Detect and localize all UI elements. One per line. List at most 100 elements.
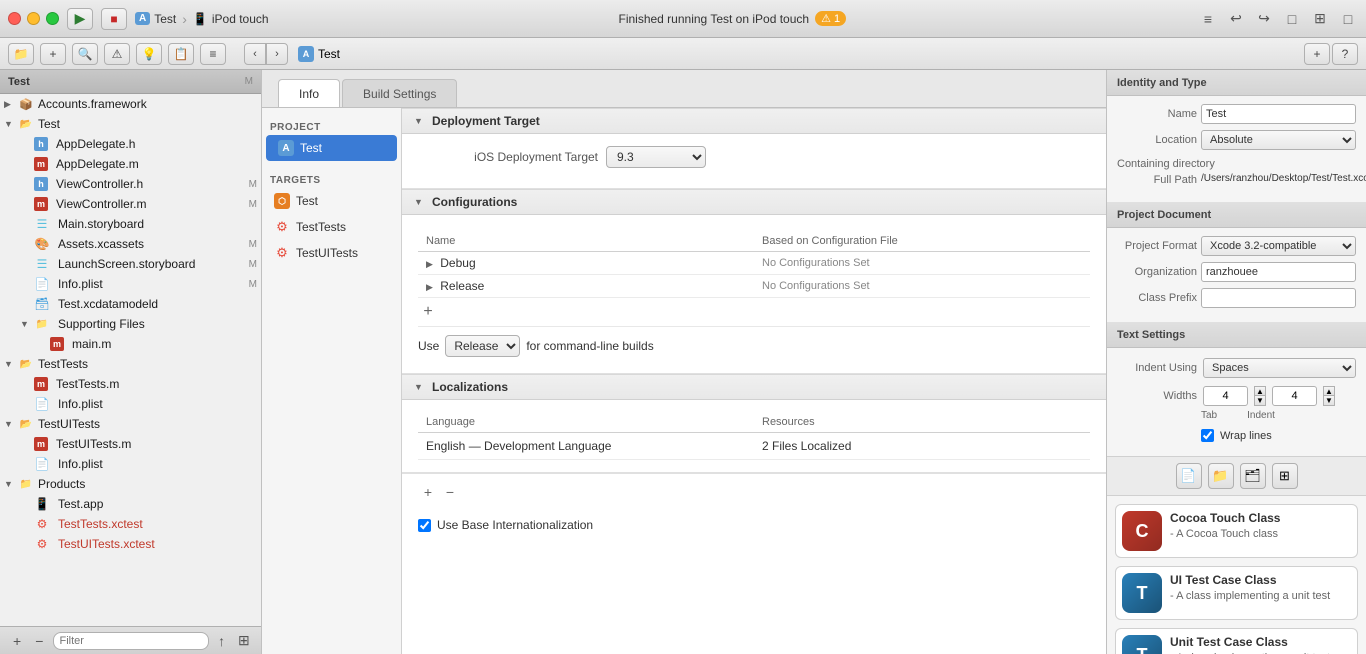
configurations-section-header[interactable]: ▼ Configurations <box>402 189 1106 215</box>
maximize-button[interactable] <box>46 12 59 25</box>
wrap-lines-row: Wrap lines <box>1107 425 1366 450</box>
sidebar-item-testtests-xctest[interactable]: ⚙ TestTests.xctest <box>0 514 261 534</box>
new-folder-button[interactable]: 📁 <box>1208 463 1234 489</box>
project-nav-item-test-project[interactable]: A Test <box>266 135 397 161</box>
forward-icon[interactable]: ↪ <box>1254 9 1274 29</box>
testtests-icon: ⚙ <box>274 219 290 235</box>
localizations-section-header[interactable]: ▼ Localizations <box>402 374 1106 400</box>
nav-forward-button[interactable]: › <box>266 43 288 65</box>
project-format-select[interactable]: Xcode 3.2-compatible Xcode 6 and newer <box>1201 236 1356 256</box>
sidebar-item-xcdatamodel[interactable]: 🗃 Test.xcdatamodeld <box>0 294 261 314</box>
indent-stepper[interactable]: ▲ ▼ <box>1323 386 1335 406</box>
sidebar-item-main-storyboard[interactable]: ☰ Main.storyboard <box>0 214 261 234</box>
menu-icon[interactable]: ≡ <box>1198 9 1218 29</box>
filter-button[interactable]: ≡ <box>200 43 226 65</box>
h-file-icon: h <box>34 137 48 151</box>
deployment-target-body: iOS Deployment Target 9.3 9.0 9.1 9.2 10… <box>402 134 1106 189</box>
close-button[interactable] <box>8 12 21 25</box>
new-group-button[interactable]: 🗂 <box>1240 463 1266 489</box>
warning-button[interactable]: ⚠ <box>104 43 130 65</box>
name-input[interactable] <box>1201 104 1356 124</box>
expand-arrow-icon[interactable]: ▶ <box>426 282 433 292</box>
remove-locale-button[interactable]: − <box>440 482 460 502</box>
ios-deployment-label: iOS Deployment Target <box>418 150 598 164</box>
add-locale-button[interactable]: + <box>418 482 438 502</box>
app-info: A Test <box>135 12 176 26</box>
project-document-form: Project Format Xcode 3.2-compatible Xcod… <box>1107 228 1366 322</box>
sidebar-item-viewcontroller-h[interactable]: h ViewController.h M <box>0 174 261 194</box>
search-button[interactable]: 🔍 <box>72 43 98 65</box>
wrap-lines-checkbox[interactable] <box>1201 429 1214 442</box>
sidebar-item-info-plist-3[interactable]: 📄 Info.plist <box>0 454 261 474</box>
sidebar-item-assets[interactable]: 🎨 Assets.xcassets M <box>0 234 261 254</box>
plist-icon: 📄 <box>34 456 50 472</box>
folder-open-button[interactable]: 📁 <box>8 43 34 65</box>
item-name: Info.plist <box>58 457 261 471</box>
arrow-icon: ▶ <box>4 99 18 110</box>
filter-options-icon[interactable]: ⊞ <box>235 631 253 651</box>
section-title: Deployment Target <box>432 114 540 128</box>
project-nav-item-testtests-target[interactable]: ⚙ TestTests <box>262 214 401 240</box>
template-card-unit-test[interactable]: T Unit Test Case Class - A class impleme… <box>1115 628 1358 654</box>
add-file-button[interactable]: + <box>8 631 26 651</box>
run-button[interactable]: ▶ <box>67 8 93 30</box>
sidebar-item-testtests-m[interactable]: m TestTests.m <box>0 374 261 394</box>
use-base-checkbox[interactable] <box>418 519 431 532</box>
sidebar-item-info-plist[interactable]: 📄 Info.plist M <box>0 274 261 294</box>
panel-split-icon[interactable]: ⊞ <box>1310 9 1330 29</box>
panel-left-icon[interactable]: □ <box>1282 9 1302 29</box>
sidebar-item-supporting-files[interactable]: ▼ 📁 Supporting Files <box>0 314 261 334</box>
indent-using-select[interactable]: Spaces Tabs <box>1203 358 1356 378</box>
project-nav-item-testuitests-target[interactable]: ⚙ TestUITests <box>262 240 401 266</box>
new-file-button[interactable]: + <box>1304 43 1330 65</box>
table-row: ▶ Debug No Configurations Set <box>418 252 1090 275</box>
template-card-ui-test[interactable]: T UI Test Case Class - A class implement… <box>1115 566 1358 620</box>
sidebar-item-viewcontroller-m[interactable]: m ViewController.m M <box>0 194 261 214</box>
inspector-button[interactable]: ? <box>1332 43 1358 65</box>
tab-info[interactable]: Info <box>278 79 340 107</box>
new-target-button[interactable]: ⊞ <box>1272 463 1298 489</box>
tab-stepper[interactable]: ▲ ▼ <box>1254 386 1266 406</box>
tab-build-settings[interactable]: Build Settings <box>342 79 457 107</box>
class-prefix-input[interactable] <box>1201 288 1356 308</box>
location-select[interactable]: Absolute Relative to Group <box>1201 130 1356 150</box>
new-file-button-2[interactable]: 📄 <box>1176 463 1202 489</box>
sidebar-item-appdelegate-h[interactable]: h AppDelegate.h <box>0 134 261 154</box>
panel-right-icon[interactable]: □ <box>1338 9 1358 29</box>
report-button[interactable]: 📋 <box>168 43 194 65</box>
minimize-button[interactable] <box>27 12 40 25</box>
template-card-cocoa-touch[interactable]: C Cocoa Touch Class - A Cocoa Touch clas… <box>1115 504 1358 558</box>
sidebar-item-main-m[interactable]: m main.m <box>0 334 261 354</box>
item-name: Test.xcdatamodeld <box>58 297 261 311</box>
sidebar-item-test-folder[interactable]: ▼ 📂 Test <box>0 114 261 134</box>
organization-input[interactable] <box>1201 262 1356 282</box>
sidebar-item-testuitests-m[interactable]: m TestUITests.m <box>0 434 261 454</box>
sidebar-item-testuitests-xctest[interactable]: ⚙ TestUITests.xctest <box>0 534 261 554</box>
filter-asc-icon[interactable]: ↑ <box>213 631 231 651</box>
sidebar-item-launchscreen[interactable]: ☰ LaunchScreen.storyboard M <box>0 254 261 274</box>
sidebar-filter-input[interactable] <box>53 632 209 650</box>
tab-width-input[interactable] <box>1203 386 1248 406</box>
sidebar-item-testuitests-folder[interactable]: ▼ 📂 TestUITests <box>0 414 261 434</box>
project-nav-item-test-target[interactable]: ⬡ Test <box>262 188 401 214</box>
sidebar-item-info-plist-2[interactable]: 📄 Info.plist <box>0 394 261 414</box>
table-row: ▶ Release No Configurations Set <box>418 275 1090 298</box>
add-config-button[interactable]: + <box>418 302 438 322</box>
nav-back-button[interactable]: ‹ <box>244 43 266 65</box>
breakpoint-button[interactable]: 💡 <box>136 43 162 65</box>
ios-deployment-select[interactable]: 9.3 9.0 9.1 9.2 10.0 <box>606 146 706 168</box>
sidebar-item-products-folder[interactable]: ▼ 📁 Products <box>0 474 261 494</box>
sidebar-item-appdelegate-m[interactable]: m AppDelegate.m <box>0 154 261 174</box>
expand-arrow-icon[interactable]: ▶ <box>426 259 433 269</box>
deployment-target-section-header[interactable]: ▼ Deployment Target <box>402 108 1106 134</box>
config-name: Debug <box>440 256 475 270</box>
indent-width-input[interactable] <box>1272 386 1317 406</box>
add-files-button[interactable]: + <box>40 43 66 65</box>
sidebar-item-accounts-framework[interactable]: ▶ 📦 Accounts.framework <box>0 94 261 114</box>
back-icon[interactable]: ↩ <box>1226 9 1246 29</box>
use-config-select[interactable]: Release Debug <box>445 335 520 357</box>
stop-button[interactable]: ■ <box>101 8 127 30</box>
remove-file-button[interactable]: − <box>30 631 48 651</box>
sidebar-item-testtests-folder[interactable]: ▼ 📂 TestTests <box>0 354 261 374</box>
sidebar-item-test-app[interactable]: 📱 Test.app <box>0 494 261 514</box>
